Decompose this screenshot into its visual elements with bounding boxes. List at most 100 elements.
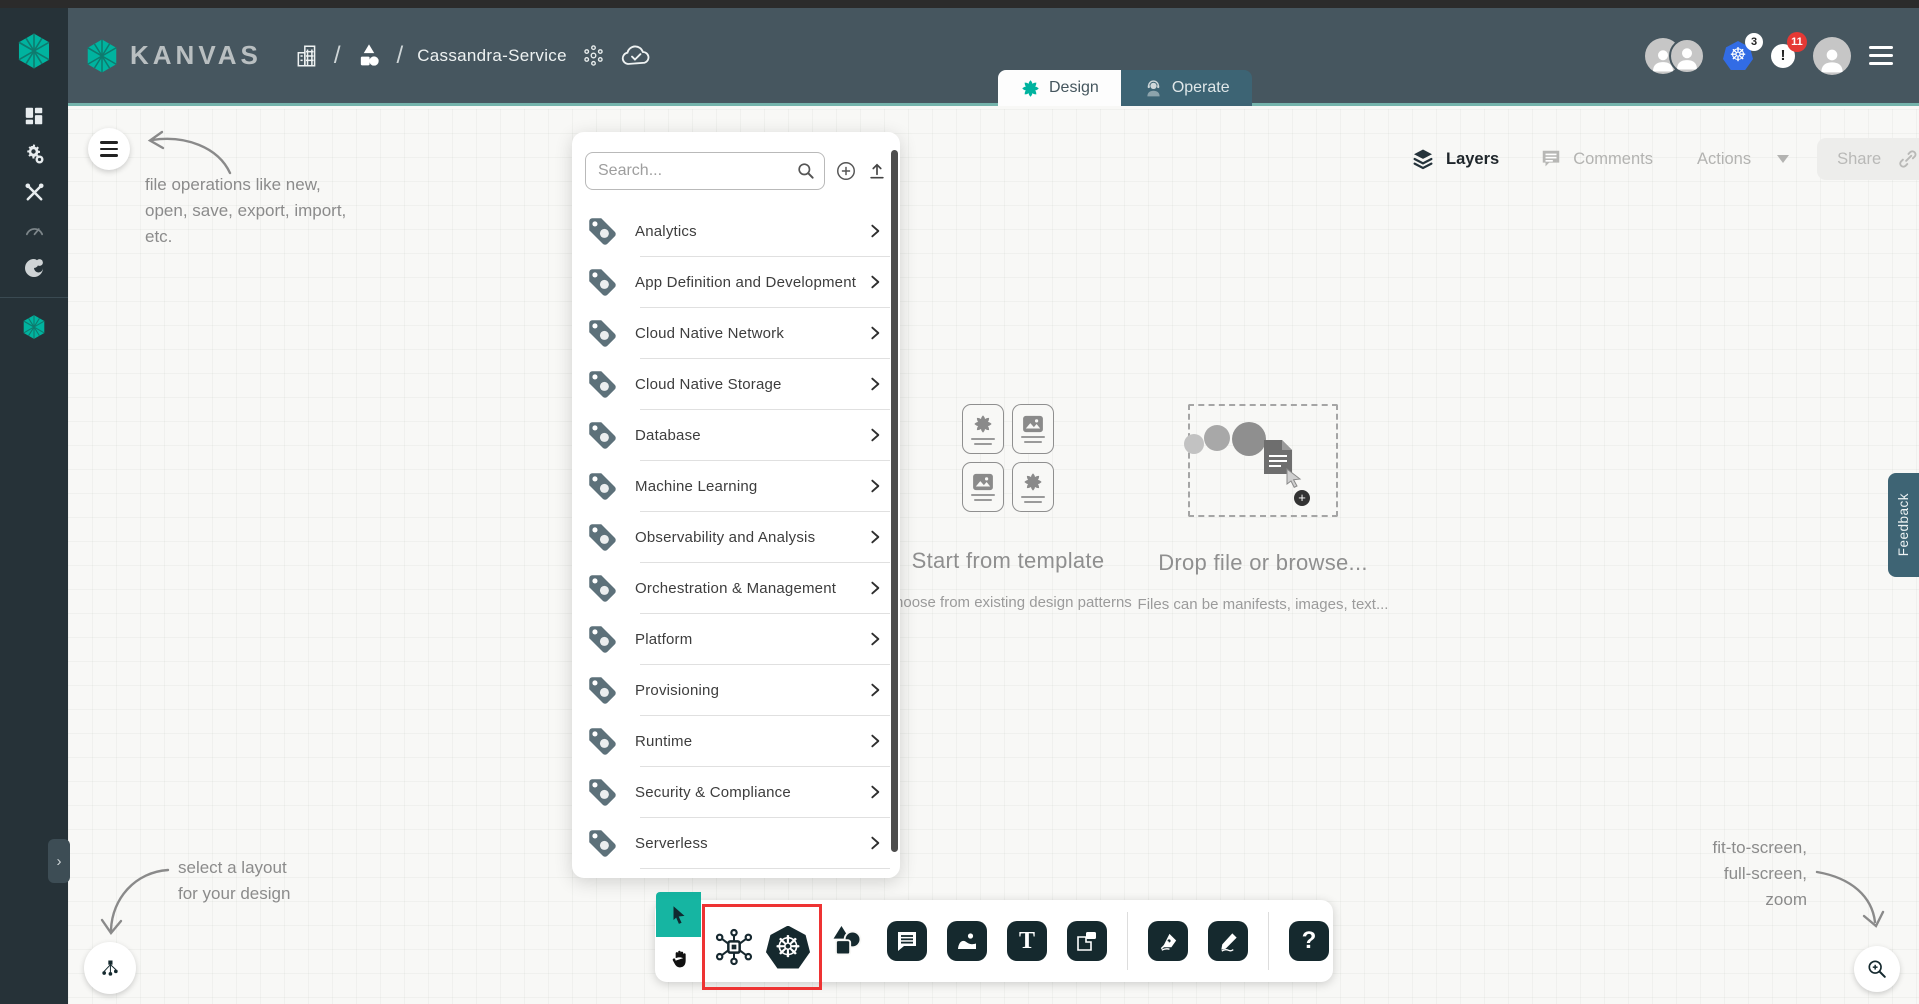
- text-tool[interactable]: T: [1007, 921, 1047, 961]
- category-row[interactable]: Orchestration & Management: [572, 563, 900, 613]
- cloud-native-network-tag-icon: [583, 315, 620, 352]
- note-icon: [1075, 929, 1099, 953]
- header-menu-icon[interactable]: [1869, 46, 1893, 65]
- category-row[interactable]: Analytics: [572, 206, 900, 256]
- search-input[interactable]: [585, 152, 825, 190]
- serverless-tag-icon: [583, 825, 620, 862]
- collaborator-avatars[interactable]: [1645, 38, 1705, 74]
- workspace-shapes-icon[interactable]: [355, 42, 383, 70]
- kubernetes-context-count-badge: 3: [1745, 33, 1763, 51]
- canvas-menu-button[interactable]: [88, 128, 130, 170]
- comment-tool[interactable]: [887, 921, 927, 961]
- tab-operate[interactable]: Operate: [1121, 70, 1252, 106]
- provisioning-tag-icon: [583, 672, 620, 709]
- design-name[interactable]: Cassandra-Service: [417, 46, 567, 66]
- panel-scrollbar[interactable]: [891, 150, 898, 852]
- meshsync-circuit-icon[interactable]: [714, 927, 754, 967]
- category-row[interactable]: Observability and Analysis: [572, 512, 900, 562]
- help-tool[interactable]: ?: [1289, 921, 1329, 961]
- drop-file-block[interactable]: + Drop file or browse... Files can be ma…: [1088, 404, 1438, 613]
- drop-file-title[interactable]: Drop file or browse...: [1088, 550, 1438, 576]
- comments-toggle[interactable]: Comments: [1539, 148, 1653, 170]
- chevron-right-icon[interactable]: [866, 682, 884, 698]
- image-icon: [955, 929, 979, 953]
- platform-tag-icon: [583, 621, 620, 658]
- sidebar-item-performance[interactable]: [0, 211, 68, 249]
- breadcrumb-separator: /: [397, 42, 404, 70]
- pencil-tool[interactable]: [1208, 921, 1248, 961]
- category-row[interactable]: Runtime: [572, 716, 900, 766]
- chevron-right-icon[interactable]: [866, 325, 884, 341]
- sidebar-item-dashboard[interactable]: [0, 97, 68, 135]
- category-row[interactable]: Serverless: [572, 818, 900, 868]
- select-tool[interactable]: [656, 892, 701, 937]
- shapes-tool[interactable]: [827, 922, 867, 960]
- layout-graph-icon: [100, 958, 120, 978]
- actions-dropdown[interactable]: Actions: [1697, 150, 1791, 169]
- chevron-right-icon[interactable]: [866, 733, 884, 749]
- notifications-button[interactable]: ! 11: [1771, 44, 1795, 68]
- chevron-right-icon[interactable]: [866, 631, 884, 647]
- kubernetes-components-tool[interactable]: ☸: [766, 926, 810, 969]
- sidebar-item-extensions[interactable]: [0, 249, 68, 287]
- template-card: [962, 462, 1004, 512]
- layers-toggle[interactable]: Layers: [1410, 147, 1499, 171]
- tab-design-label: Design: [1049, 79, 1099, 97]
- text-icon: T: [1019, 929, 1035, 953]
- sidebar-expand-button[interactable]: ›: [48, 839, 70, 883]
- brand: KANVAS: [84, 38, 262, 74]
- category-label: Analytics: [635, 223, 866, 240]
- add-component-icon[interactable]: [835, 159, 857, 183]
- sidebar-item-kanvas[interactable]: [0, 308, 68, 346]
- category-row[interactable]: Cloud Native Storage: [572, 359, 900, 409]
- kubernetes-context-button[interactable]: ☸ 3: [1723, 41, 1753, 70]
- chevron-right-icon[interactable]: [866, 580, 884, 596]
- feedback-tab[interactable]: Feedback: [1888, 473, 1919, 577]
- kanvas-logo-icon: [84, 38, 120, 74]
- catalog-search-row: [572, 132, 900, 190]
- category-row[interactable]: Database: [572, 410, 900, 460]
- share-button[interactable]: Share: [1817, 138, 1919, 180]
- category-row[interactable]: Cloud Native Network: [572, 308, 900, 358]
- user-avatar[interactable]: [1813, 37, 1851, 75]
- collaborator-avatar[interactable]: [1669, 38, 1705, 74]
- pencil-icon: [1217, 930, 1240, 953]
- zoom-controls-button[interactable]: [1854, 946, 1900, 992]
- image-tool[interactable]: [947, 921, 987, 961]
- import-upload-icon[interactable]: [867, 159, 887, 183]
- image-icon: [972, 473, 994, 491]
- category-row[interactable]: Machine Learning: [572, 461, 900, 511]
- orchestration-tag-icon: [583, 570, 620, 607]
- drop-zone[interactable]: +: [1188, 404, 1338, 517]
- chevron-right-icon[interactable]: [866, 784, 884, 800]
- sidebar-item-lifecycle[interactable]: [0, 135, 68, 173]
- chevron-right-icon[interactable]: [866, 478, 884, 494]
- chevron-right-icon[interactable]: [866, 376, 884, 392]
- category-label: App Definition and Development: [635, 274, 866, 291]
- search-box[interactable]: [585, 152, 825, 190]
- template-card: [1012, 462, 1054, 512]
- chevron-right-icon[interactable]: [866, 835, 884, 851]
- meshery-logo-icon[interactable]: [15, 32, 53, 75]
- category-row[interactable]: Security & Compliance: [572, 767, 900, 817]
- sidebar-item-configuration[interactable]: [0, 173, 68, 211]
- category-row[interactable]: App Definition and Development: [572, 257, 900, 307]
- component-catalog-panel: Analytics App Definition and Development: [572, 132, 900, 878]
- chevron-right-icon[interactable]: [866, 529, 884, 545]
- design-info-cluster-icon[interactable]: [581, 43, 606, 68]
- organization-icon[interactable]: [294, 43, 320, 69]
- pen-tool[interactable]: [1148, 921, 1188, 961]
- category-row[interactable]: Provisioning: [572, 665, 900, 715]
- machine-learning-tag-icon: [583, 468, 620, 505]
- tab-design[interactable]: Design: [998, 70, 1121, 106]
- share-link-icon: [1897, 148, 1919, 170]
- chevron-right-icon[interactable]: [866, 427, 884, 443]
- analytics-tag-icon: [583, 213, 620, 250]
- note-tool[interactable]: [1067, 921, 1107, 961]
- pan-tool[interactable]: [656, 937, 701, 981]
- layout-select-button[interactable]: [84, 942, 136, 994]
- category-row[interactable]: Platform: [572, 614, 900, 664]
- chevron-right-icon[interactable]: [866, 274, 884, 290]
- chevron-right-icon[interactable]: [866, 223, 884, 239]
- plus-badge-icon: +: [1294, 490, 1310, 506]
